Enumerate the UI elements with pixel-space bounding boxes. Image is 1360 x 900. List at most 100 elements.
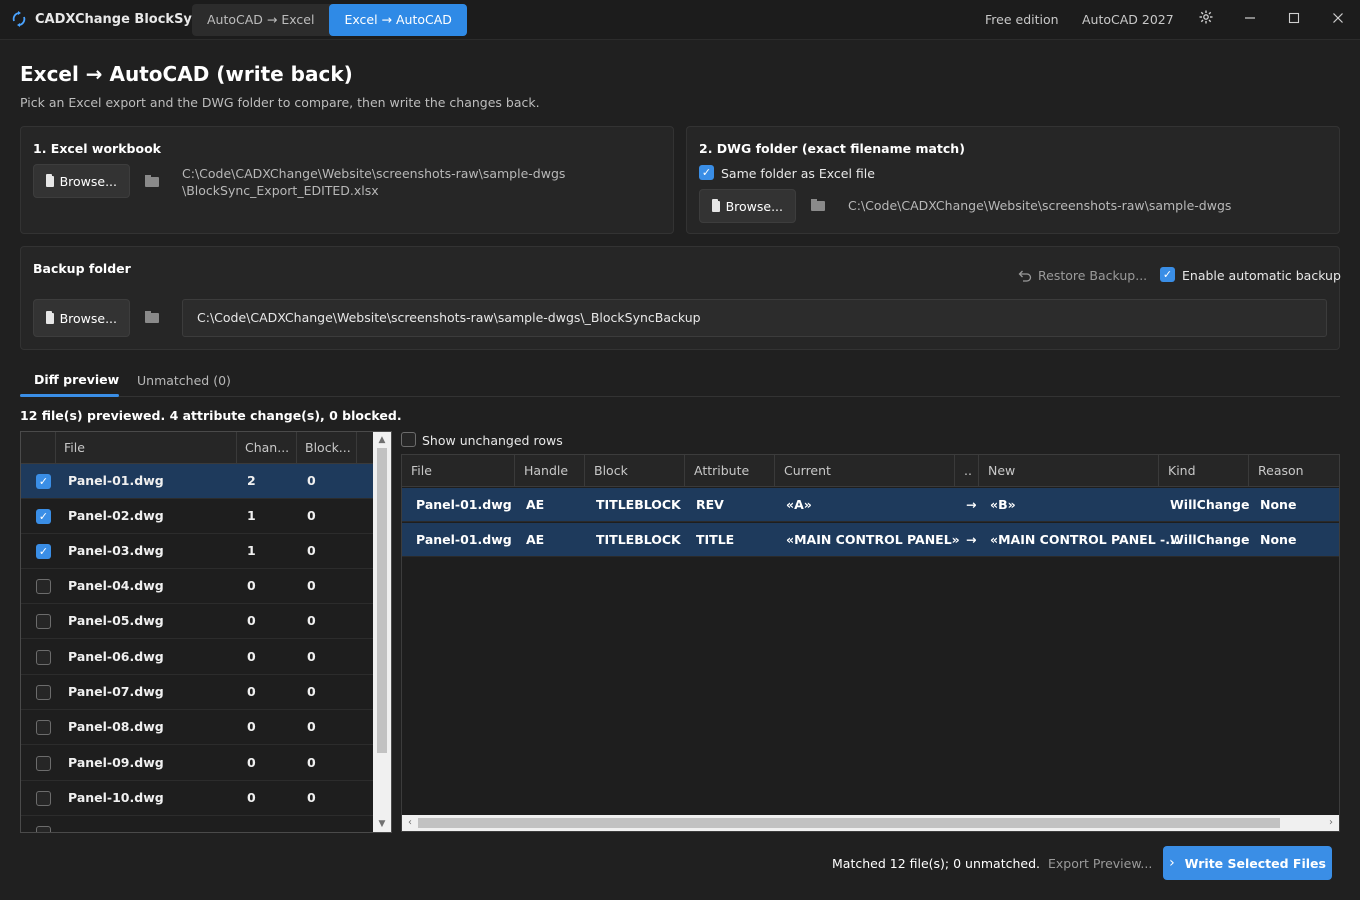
file-name: Panel-05.dwg — [68, 613, 164, 628]
tab-unmatched[interactable]: Unmatched (0) — [137, 373, 231, 388]
file-changes: 0 — [247, 684, 256, 699]
dwg-browse-label: Browse... — [725, 198, 783, 214]
same-folder-label: Same folder as Excel file — [721, 166, 875, 181]
file-column-header[interactable]: File — [55, 432, 236, 464]
diff-kind: WillChange — [1170, 532, 1250, 547]
file-row[interactable]: Panel-07.dwg 0 0 — [21, 675, 373, 710]
col-attribute[interactable]: Attribute — [684, 455, 774, 487]
col-current[interactable]: Current — [774, 455, 954, 487]
file-blocked: 0 — [307, 719, 316, 734]
scroll-left-icon[interactable]: ‹ — [402, 815, 418, 831]
mode-autocad-to-excel[interactable]: AutoCAD → Excel — [192, 4, 329, 36]
col-block[interactable]: Block — [584, 455, 684, 487]
diff-arrow: → — [966, 497, 977, 512]
scroll-up-icon[interactable]: ▲ — [373, 432, 391, 448]
select-column-header[interactable] — [21, 432, 55, 464]
folder-icon — [145, 175, 159, 187]
col-reason[interactable]: Reason — [1248, 455, 1339, 487]
minimize-icon[interactable] — [1240, 9, 1260, 29]
file-row-checkbox[interactable] — [36, 756, 51, 771]
file-row[interactable]: Panel-06.dwg 0 0 — [21, 640, 373, 675]
file-changes: 1 — [247, 508, 256, 523]
diff-attribute: TITLE — [696, 532, 735, 547]
auto-backup-label: Enable automatic backup — [1182, 268, 1341, 283]
file-row-checkbox[interactable] — [36, 509, 51, 524]
file-row-checkbox[interactable] — [36, 544, 51, 559]
col-file[interactable]: File — [402, 455, 514, 487]
diff-attribute: REV — [696, 497, 724, 512]
file-row[interactable]: Panel-10.dwg 0 0 — [21, 781, 373, 816]
file-blocked: 0 — [307, 649, 316, 664]
dwg-browse-button[interactable]: Browse... — [699, 189, 796, 223]
file-row-partial[interactable] — [21, 816, 373, 832]
diff-handle: AE — [526, 532, 545, 547]
diff-grid-hscrollbar[interactable]: ‹ › — [402, 815, 1339, 831]
file-row-checkbox[interactable] — [36, 474, 51, 489]
maximize-icon[interactable] — [1284, 9, 1304, 29]
diff-row[interactable]: Panel-01.dwg AE TITLEBLOCK REV «A» → «B»… — [402, 488, 1339, 522]
file-row-checkbox[interactable] — [36, 685, 51, 700]
file-list-scrollbar[interactable]: ▲ ▼ — [373, 432, 391, 832]
export-preview-button[interactable]: Export Preview... — [1048, 856, 1152, 871]
file-row[interactable]: Panel-02.dwg 1 0 — [21, 499, 373, 534]
file-blocked: 0 — [307, 473, 316, 488]
file-row-checkbox[interactable] — [36, 826, 51, 832]
backup-browse-label: Browse... — [59, 310, 117, 326]
hscrollbar-thumb[interactable] — [418, 818, 1280, 828]
diff-arrow: → — [966, 532, 977, 547]
file-row-checkbox[interactable] — [36, 579, 51, 594]
folder-icon — [712, 198, 720, 212]
backup-path-input[interactable]: C:\Code\CADXChange\Website\screenshots-r… — [182, 299, 1327, 337]
file-row-checkbox[interactable] — [36, 650, 51, 665]
file-row[interactable]: Panel-05.dwg 0 0 — [21, 604, 373, 639]
excel-browse-button[interactable]: Browse... — [33, 164, 130, 198]
show-unchanged-checkbox[interactable] — [401, 432, 416, 447]
scroll-down-icon[interactable]: ▼ — [373, 816, 391, 832]
diff-block: TITLEBLOCK — [596, 532, 681, 547]
file-changes: 1 — [247, 543, 256, 558]
backup-browse-button[interactable]: Browse... — [33, 299, 130, 337]
col-handle[interactable]: Handle — [514, 455, 584, 487]
file-name: Panel-09.dwg — [68, 755, 164, 770]
col-kind[interactable]: Kind — [1158, 455, 1248, 487]
folder-icon — [811, 199, 825, 211]
close-icon[interactable] — [1328, 9, 1348, 29]
auto-backup-checkbox[interactable] — [1160, 267, 1175, 282]
chevron-right-icon: › — [1169, 855, 1175, 871]
mode-switcher: AutoCAD → Excel Excel → AutoCAD — [192, 4, 467, 36]
file-row[interactable]: Panel-01.dwg 2 0 — [21, 464, 373, 499]
folder-icon — [46, 173, 54, 187]
scrollbar-thumb[interactable] — [377, 448, 387, 753]
active-tab-indicator — [20, 394, 119, 397]
file-row[interactable]: Panel-08.dwg 0 0 — [21, 710, 373, 745]
diff-row[interactable]: Panel-01.dwg AE TITLEBLOCK TITLE «MAIN C… — [402, 523, 1339, 557]
file-blocked: 0 — [307, 790, 316, 805]
file-row[interactable]: Panel-03.dwg 1 0 — [21, 534, 373, 569]
col-new[interactable]: New — [978, 455, 1158, 487]
write-selected-files-button[interactable]: › Write Selected Files — [1163, 846, 1332, 880]
settings-gear-icon[interactable] — [1196, 9, 1216, 29]
show-unchanged-label: Show unchanged rows — [422, 433, 563, 448]
col-arrow[interactable]: .. — [954, 455, 978, 487]
file-row-checkbox[interactable] — [36, 720, 51, 735]
file-row-checkbox[interactable] — [36, 791, 51, 806]
changes-column-header[interactable]: Chan... — [236, 432, 296, 464]
mode-excel-to-autocad[interactable]: Excel → AutoCAD — [329, 4, 467, 36]
file-blocked: 0 — [307, 508, 316, 523]
dwg-path: C:\Code\CADXChange\Website\screenshots-r… — [848, 198, 1232, 213]
file-row-checkbox[interactable] — [36, 614, 51, 629]
diff-kind: WillChange — [1170, 497, 1250, 512]
page-title: Excel → AutoCAD (write back) — [20, 62, 353, 86]
file-changes: 0 — [247, 649, 256, 664]
restore-backup-button[interactable]: Restore Backup... — [1038, 268, 1147, 283]
file-row[interactable]: Panel-04.dwg 0 0 — [21, 569, 373, 604]
preview-summary: 12 file(s) previewed. 4 attribute change… — [20, 408, 402, 423]
blocked-column-header[interactable]: Block... — [296, 432, 356, 464]
file-blocked: 0 — [307, 755, 316, 770]
scroll-right-icon[interactable]: › — [1323, 815, 1339, 831]
file-row[interactable]: Panel-09.dwg 0 0 — [21, 746, 373, 781]
tab-diff-preview[interactable]: Diff preview — [34, 372, 119, 387]
file-list-header: File Chan... Block... — [21, 432, 373, 464]
diff-current: «A» — [786, 497, 812, 512]
same-folder-checkbox[interactable] — [699, 165, 714, 180]
